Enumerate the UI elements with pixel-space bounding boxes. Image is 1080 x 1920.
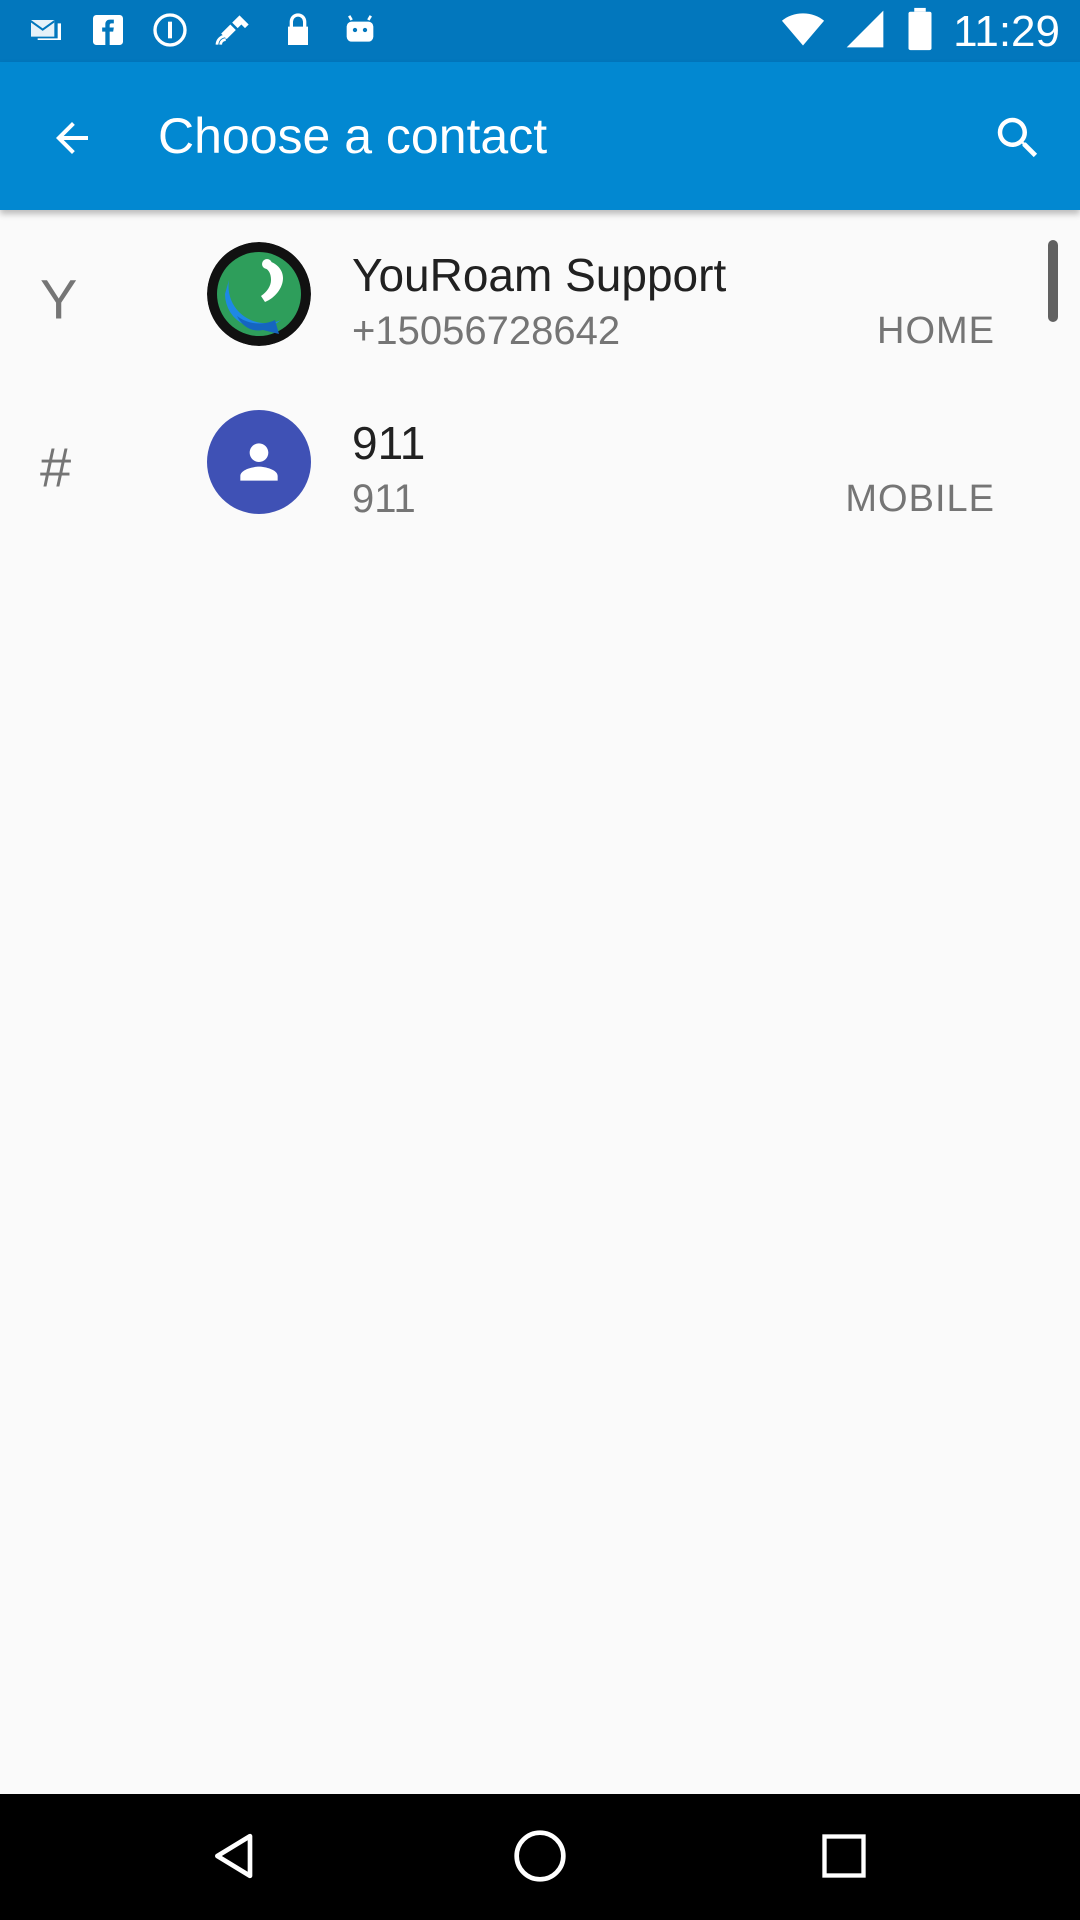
lock-icon (278, 10, 318, 50)
contact-number: 911 (352, 477, 416, 521)
nav-home-icon (514, 1830, 566, 1882)
facebook-icon (88, 10, 128, 50)
satellite-icon (212, 8, 256, 52)
status-bar: 11:29 (0, 0, 1080, 62)
arrow-back-icon (56, 122, 88, 154)
android-icon (340, 10, 380, 50)
nav-recents-icon (822, 1834, 866, 1878)
contact-number-type: HOME (877, 310, 995, 352)
back-button[interactable] (36, 102, 108, 174)
contact-list[interactable]: Y YouRoam Support +15056728642 HOME # 91… (0, 210, 1080, 546)
battery-icon (905, 6, 935, 57)
youroam-logo-icon (207, 242, 311, 346)
contact-row-911[interactable]: # 911 911 MOBILE (0, 378, 1080, 546)
app-bar: Choose a contact (0, 62, 1080, 210)
contact-number-type: MOBILE (845, 478, 995, 520)
search-button[interactable] (980, 100, 1056, 176)
page-title: Choose a contact (158, 108, 548, 164)
nav-back-button[interactable] (196, 1816, 276, 1896)
contact-number: +15056728642 (352, 309, 621, 353)
search-icon (997, 117, 1038, 158)
navigation-bar (0, 1794, 1080, 1920)
scrollbar-thumb[interactable] (1048, 240, 1058, 322)
system-status: 11:29 (781, 6, 1060, 57)
section-header-letter: # (40, 435, 72, 499)
nav-back-icon (215, 1833, 253, 1879)
nav-home-button[interactable] (500, 1816, 580, 1896)
signal-icon (843, 7, 887, 56)
info-icon (150, 10, 190, 50)
contact-name: 911 (352, 417, 426, 469)
email-icon (26, 10, 66, 50)
contact-name: YouRoam Support (352, 249, 727, 301)
person-icon (207, 410, 311, 514)
notification-icons (26, 8, 380, 52)
section-header-letter: Y (40, 267, 78, 331)
wifi-icon (781, 7, 825, 56)
contact-row-youroam-support[interactable]: Y YouRoam Support +15056728642 HOME (0, 210, 1080, 378)
nav-recents-button[interactable] (804, 1816, 884, 1896)
status-time: 11:29 (953, 6, 1060, 56)
